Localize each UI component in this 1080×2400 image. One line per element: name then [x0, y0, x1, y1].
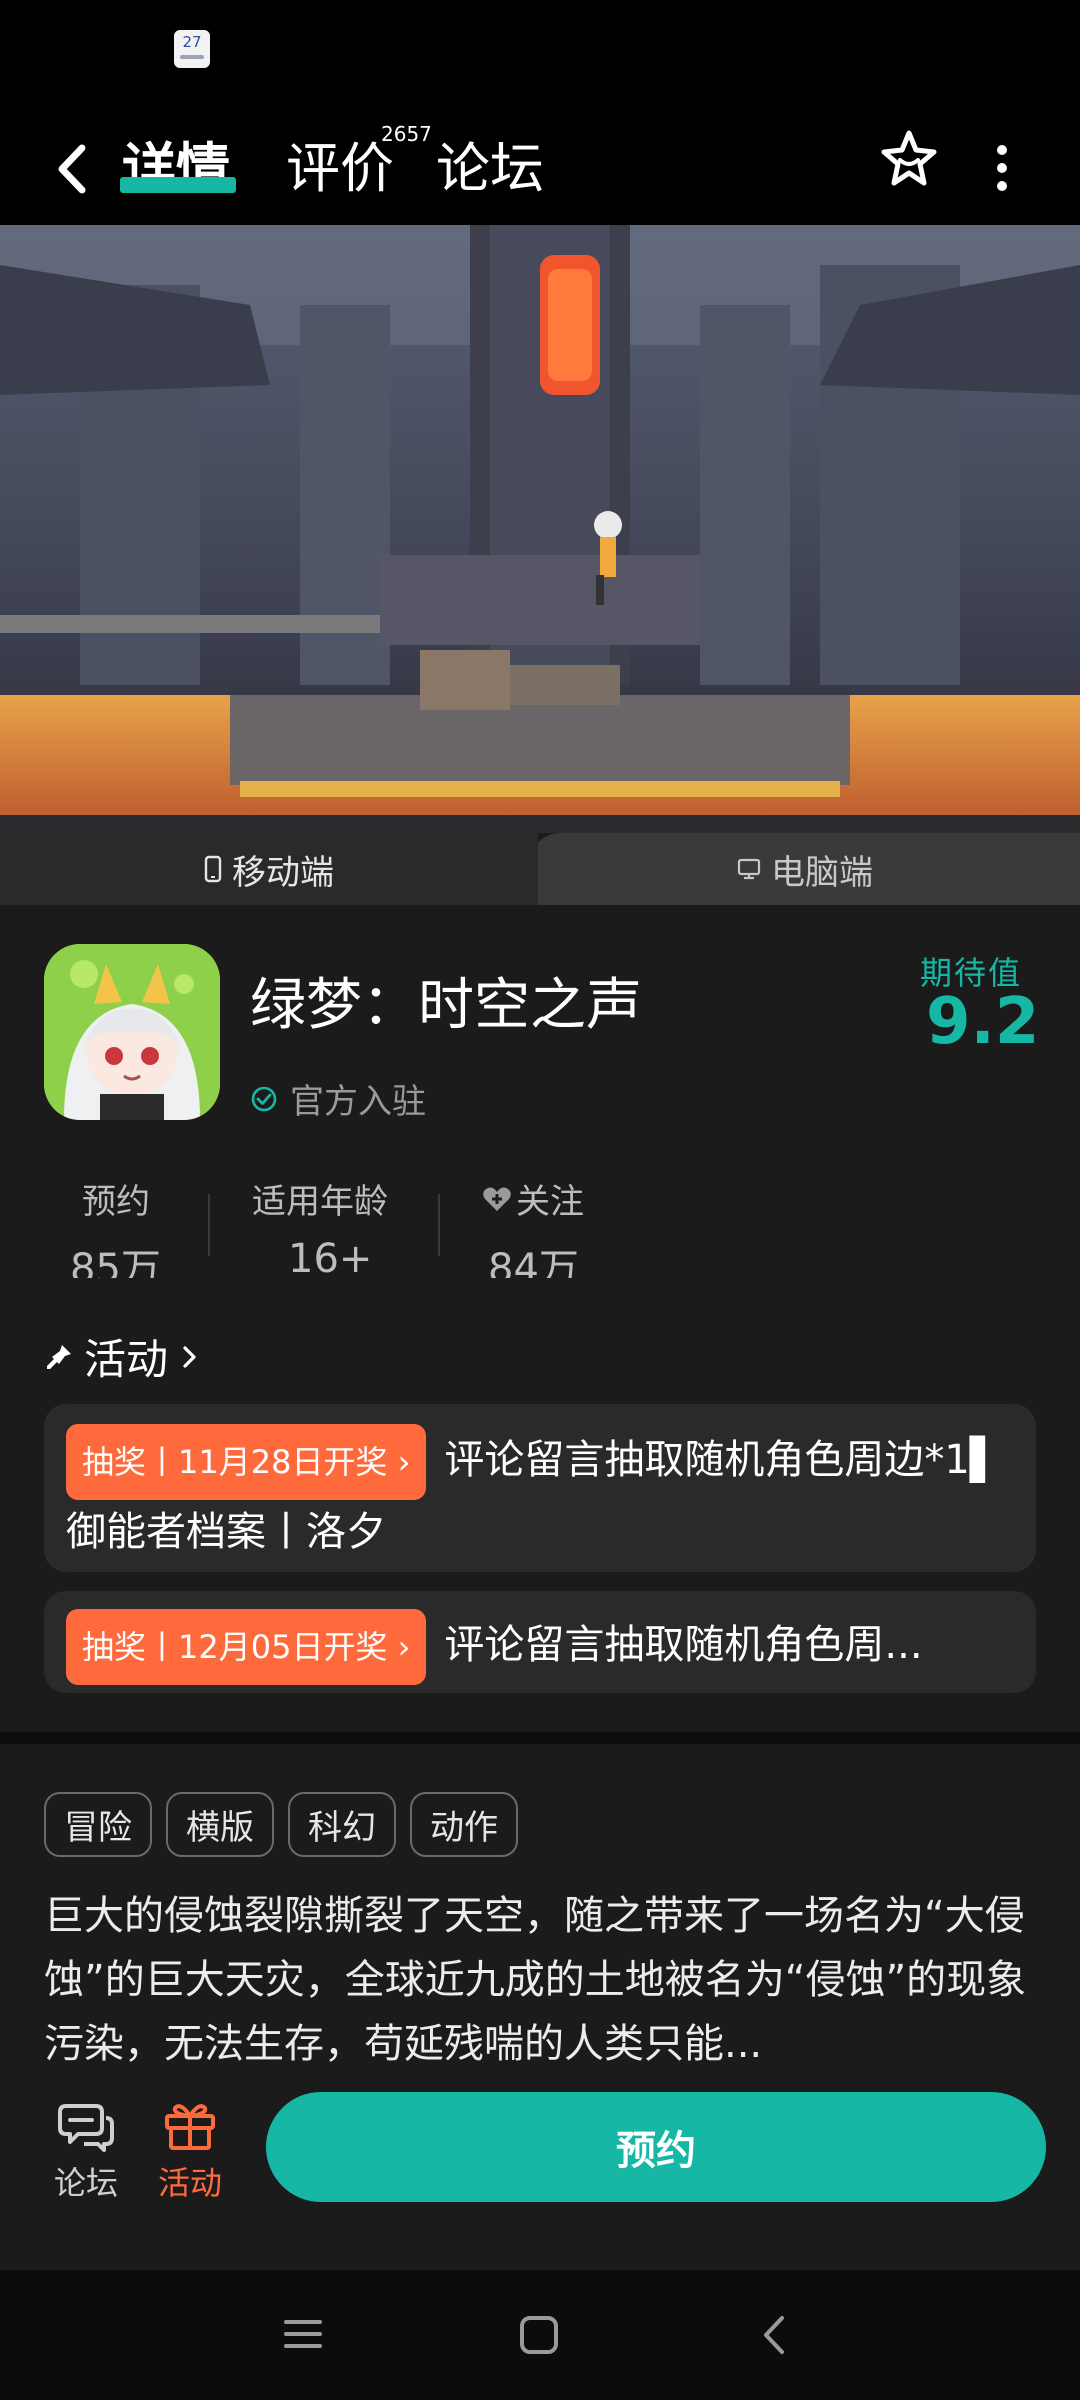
lottery-badge: 抽奖丨12月05日开奖 ›	[66, 1609, 427, 1685]
calendar-icon: 27	[174, 30, 210, 68]
stat-follow[interactable]: 关注	[482, 1174, 584, 1223]
stat-divider	[438, 1194, 440, 1256]
official-label: 官方入驻	[290, 1082, 426, 1122]
activity-label: 活动	[157, 2164, 222, 2202]
platform-pc-label: 电脑端	[771, 852, 873, 893]
genre-tags: 冒险 横版 科幻 动作	[44, 1792, 518, 1857]
reserve-button[interactable]: 预约	[266, 2092, 1046, 2202]
favorite-star-icon[interactable]	[878, 128, 940, 190]
system-back-icon[interactable]	[758, 2312, 790, 2358]
tab-forum[interactable]: 论坛	[436, 124, 544, 214]
app-title: 绿梦：时空之声	[250, 973, 642, 1038]
stat-reservations-label: 预约	[82, 1182, 150, 1222]
tag-sci-fi[interactable]: 科幻	[288, 1792, 396, 1857]
calendar-day: 27	[182, 33, 202, 51]
lottery-badge-label: 抽奖丨11月28日开奖	[82, 1443, 388, 1481]
stat-reservations-value: 85万	[70, 1246, 161, 1278]
monitor-icon	[737, 858, 761, 880]
bottom-action-bar: 论坛 活动 预约	[0, 2080, 1080, 2270]
forum-shortcut[interactable]: 论坛	[36, 2100, 136, 2204]
platform-mobile-label: 移动端	[232, 852, 334, 893]
activity-heading: 活动	[84, 1335, 169, 1384]
lottery-badge: 抽奖丨11月28日开奖 ›	[66, 1424, 427, 1500]
official-verified: 官方入驻	[250, 1074, 426, 1123]
platform-tab-mobile[interactable]: 移动端	[0, 833, 538, 905]
stat-follow-label: 关注	[516, 1182, 584, 1222]
platform-selector: 电脑端 移动端	[0, 833, 1080, 905]
back-arrow-icon[interactable]	[48, 134, 98, 204]
active-tab-indicator	[120, 177, 236, 193]
forum-label: 论坛	[53, 2164, 118, 2202]
heart-plus-icon	[483, 1187, 511, 1211]
activity-card[interactable]: 抽奖丨12月05日开奖 › 评论留言抽取随机角色周...	[44, 1591, 1036, 1693]
activity-text: 评论留言抽取随机角色周...	[444, 1622, 923, 1668]
stat-age-value: 16+	[288, 1236, 373, 1278]
activity-shortcut[interactable]: 活动	[140, 2100, 240, 2204]
chevron-right-icon	[183, 1345, 196, 1368]
system-nav-bar	[0, 2270, 1080, 2400]
tag-action[interactable]: 动作	[410, 1792, 518, 1857]
game-description[interactable]: 巨大的侵蚀裂隙撕裂了天空，随之带来了一场名为“大侵蚀”的巨大天灾，全球近九成的土…	[44, 1884, 1036, 2076]
chat-bubbles-icon	[58, 2104, 114, 2152]
app-icon	[44, 944, 220, 1120]
status-bar: 27	[0, 0, 1080, 110]
reviews-count-badge: 2657	[381, 122, 432, 146]
tag-side-scrolling[interactable]: 横版	[166, 1792, 274, 1857]
activity-section-header[interactable]: 活动	[44, 1326, 202, 1387]
phone-icon	[204, 855, 222, 883]
stat-follow-value: 84万	[488, 1246, 579, 1278]
gift-icon	[165, 2104, 215, 2150]
tag-adventure[interactable]: 冒险	[44, 1792, 152, 1857]
stat-age-label: 适用年龄	[252, 1182, 388, 1222]
activity-card[interactable]: 抽奖丨11月28日开奖 › 评论留言抽取随机角色周边*1▌ 御能者档案丨洛夕	[44, 1404, 1036, 1572]
game-preview-image[interactable]	[0, 225, 1080, 833]
top-nav: 详情 评价 2657 论坛	[0, 110, 1080, 225]
home-icon[interactable]	[518, 2314, 560, 2356]
more-options-icon[interactable]	[992, 138, 1012, 198]
tab-reviews[interactable]: 评价	[286, 124, 394, 214]
stat-divider	[208, 1194, 210, 1256]
expectation-score: 9.2	[926, 985, 1040, 1059]
platform-tab-pc[interactable]: 电脑端	[530, 833, 1080, 905]
verified-check-icon	[251, 1086, 277, 1111]
pin-icon	[47, 1344, 71, 1369]
lottery-badge-label: 抽奖丨12月05日开奖	[82, 1628, 388, 1666]
section-divider	[0, 1732, 1080, 1744]
menu-icon[interactable]	[282, 2314, 324, 2354]
tab-details[interactable]: 详情	[122, 124, 230, 214]
